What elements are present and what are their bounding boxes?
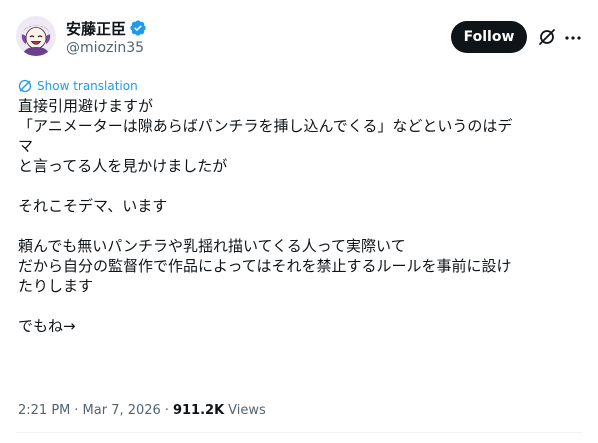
- divider: [16, 432, 582, 433]
- author-name-row: 安藤正臣: [66, 18, 147, 38]
- translate-icon: [18, 79, 32, 93]
- more-options-icon[interactable]: [563, 28, 583, 48]
- verified-badge-icon[interactable]: [129, 19, 147, 37]
- paragraph-break: [18, 176, 584, 196]
- tweet-body: 直接引用避けますが 「アニメーターは隙あらばパンチラを挿し込んでくる」などという…: [18, 96, 584, 336]
- tweet-text-line: 直接引用避けますが: [18, 97, 154, 115]
- tweet-text-line: と言ってる人を見かけましたが: [18, 157, 228, 175]
- tweet-text-line: 頼んでも無いパンチラや乳揺れ描いてくる人って実際いて: [18, 237, 406, 255]
- meta-separator: ·: [74, 403, 79, 418]
- tweet-text-line: でもね→: [18, 317, 76, 335]
- tweet-text-line: 「アニメーターは隙あらばパンチラを挿し込んでくる」などというのはデ: [18, 117, 513, 135]
- views-label: Views: [228, 403, 266, 418]
- tweet-date[interactable]: Mar 7, 2026: [83, 403, 161, 418]
- tweet-text-line: マ: [18, 137, 34, 155]
- author-handle[interactable]: @miozin35: [66, 40, 144, 56]
- tweet-text-line: それこそデマ、います: [18, 197, 168, 215]
- follow-button[interactable]: Follow: [451, 21, 527, 53]
- paragraph-break: [18, 216, 584, 236]
- tweet-time[interactable]: 2:21 PM: [18, 403, 70, 418]
- tweet-meta: 2:21 PM · Mar 7, 2026 · 911.2K Views: [18, 403, 266, 418]
- author-display-name[interactable]: 安藤正臣: [66, 18, 126, 39]
- tweet-card: 安藤正臣 @miozin35 Follow Show translation 直…: [0, 0, 598, 443]
- tweet-text-line: だから自分の監督作で作品によってはそれを禁止するルールを事前に設け: [18, 257, 512, 275]
- views-count: 911.2K: [172, 403, 225, 418]
- grok-icon[interactable]: [537, 27, 557, 47]
- avatar[interactable]: [16, 16, 56, 56]
- show-translation-link[interactable]: Show translation: [18, 79, 138, 93]
- avatar-illustration: [16, 16, 56, 56]
- show-translation-label: Show translation: [37, 79, 138, 93]
- meta-separator: ·: [164, 403, 169, 418]
- paragraph-break: [18, 296, 584, 316]
- tweet-text-line: たりします: [18, 277, 94, 295]
